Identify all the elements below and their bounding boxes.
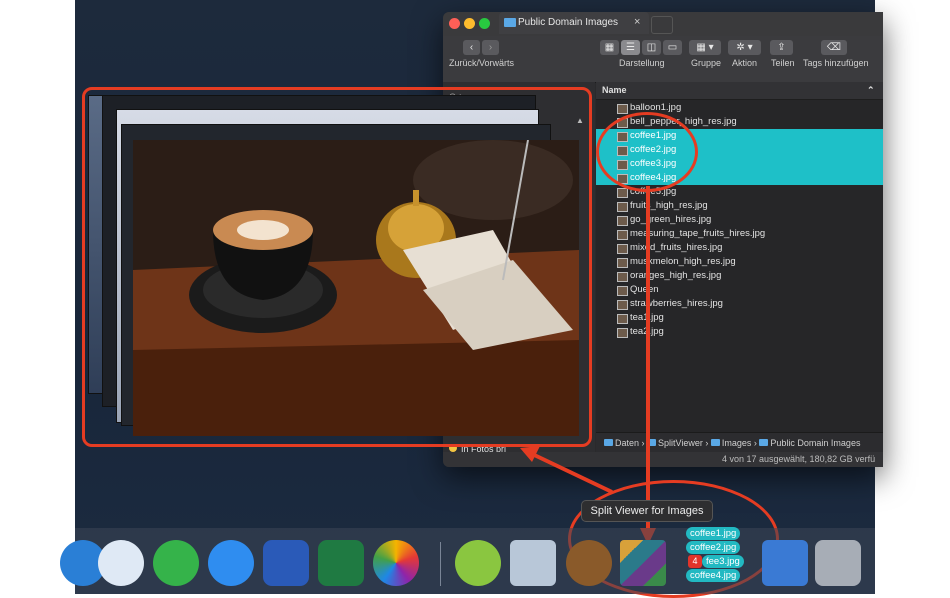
- acorn-icon[interactable]: [566, 540, 612, 586]
- trash-icon[interactable]: [815, 540, 861, 586]
- preview-icon[interactable]: [510, 540, 556, 586]
- drag-tag: coffee2.jpg: [686, 541, 741, 554]
- evernote-icon[interactable]: [153, 540, 199, 586]
- messages-icon[interactable]: [208, 540, 254, 586]
- dock-tooltip: Split Viewer for Images: [581, 500, 713, 522]
- excel-icon[interactable]: [318, 540, 364, 586]
- photos-icon[interactable]: [373, 540, 419, 586]
- word-icon[interactable]: [263, 540, 309, 586]
- app-store-icon[interactable]: [762, 540, 808, 586]
- drag-tag: coffee1.jpg: [686, 527, 741, 540]
- dock-divider: [440, 542, 441, 586]
- split-viewer-icon[interactable]: [620, 540, 666, 586]
- crossover-icon[interactable]: [455, 540, 501, 586]
- annotation-arrows: [520, 186, 656, 545]
- drag-tag: coffee4.jpg: [686, 569, 741, 582]
- drag-count-badge: 4: [688, 555, 702, 568]
- safari-icon[interactable]: [98, 540, 144, 586]
- drag-tag: fee3.jpg: [702, 555, 744, 568]
